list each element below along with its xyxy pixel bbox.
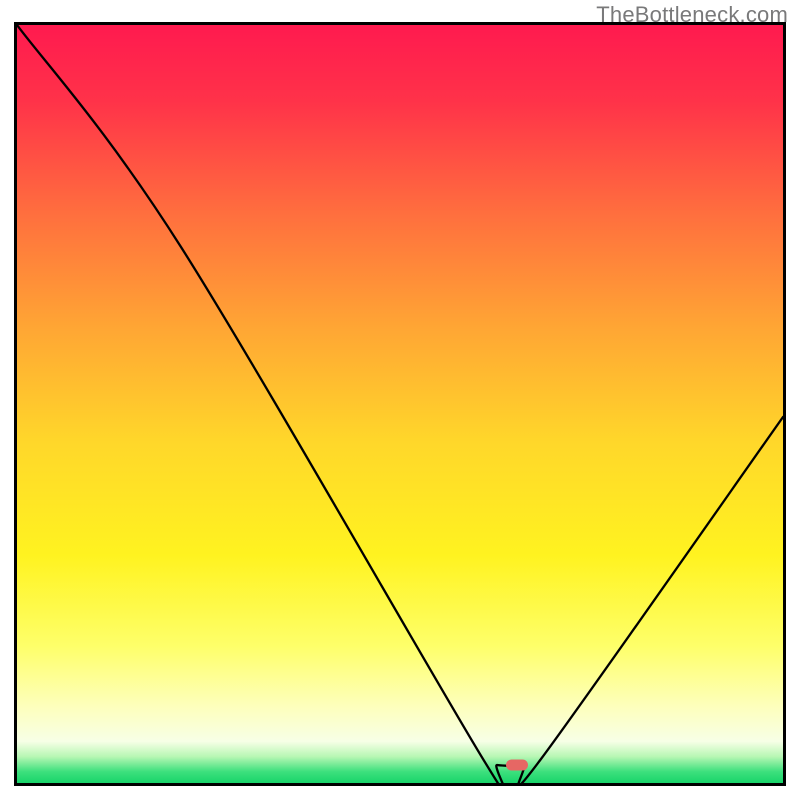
bottleneck-curve <box>17 25 783 783</box>
optimal-point-marker <box>506 760 528 771</box>
plot-area <box>14 22 786 786</box>
chart-container: TheBottleneck.com <box>0 0 800 800</box>
